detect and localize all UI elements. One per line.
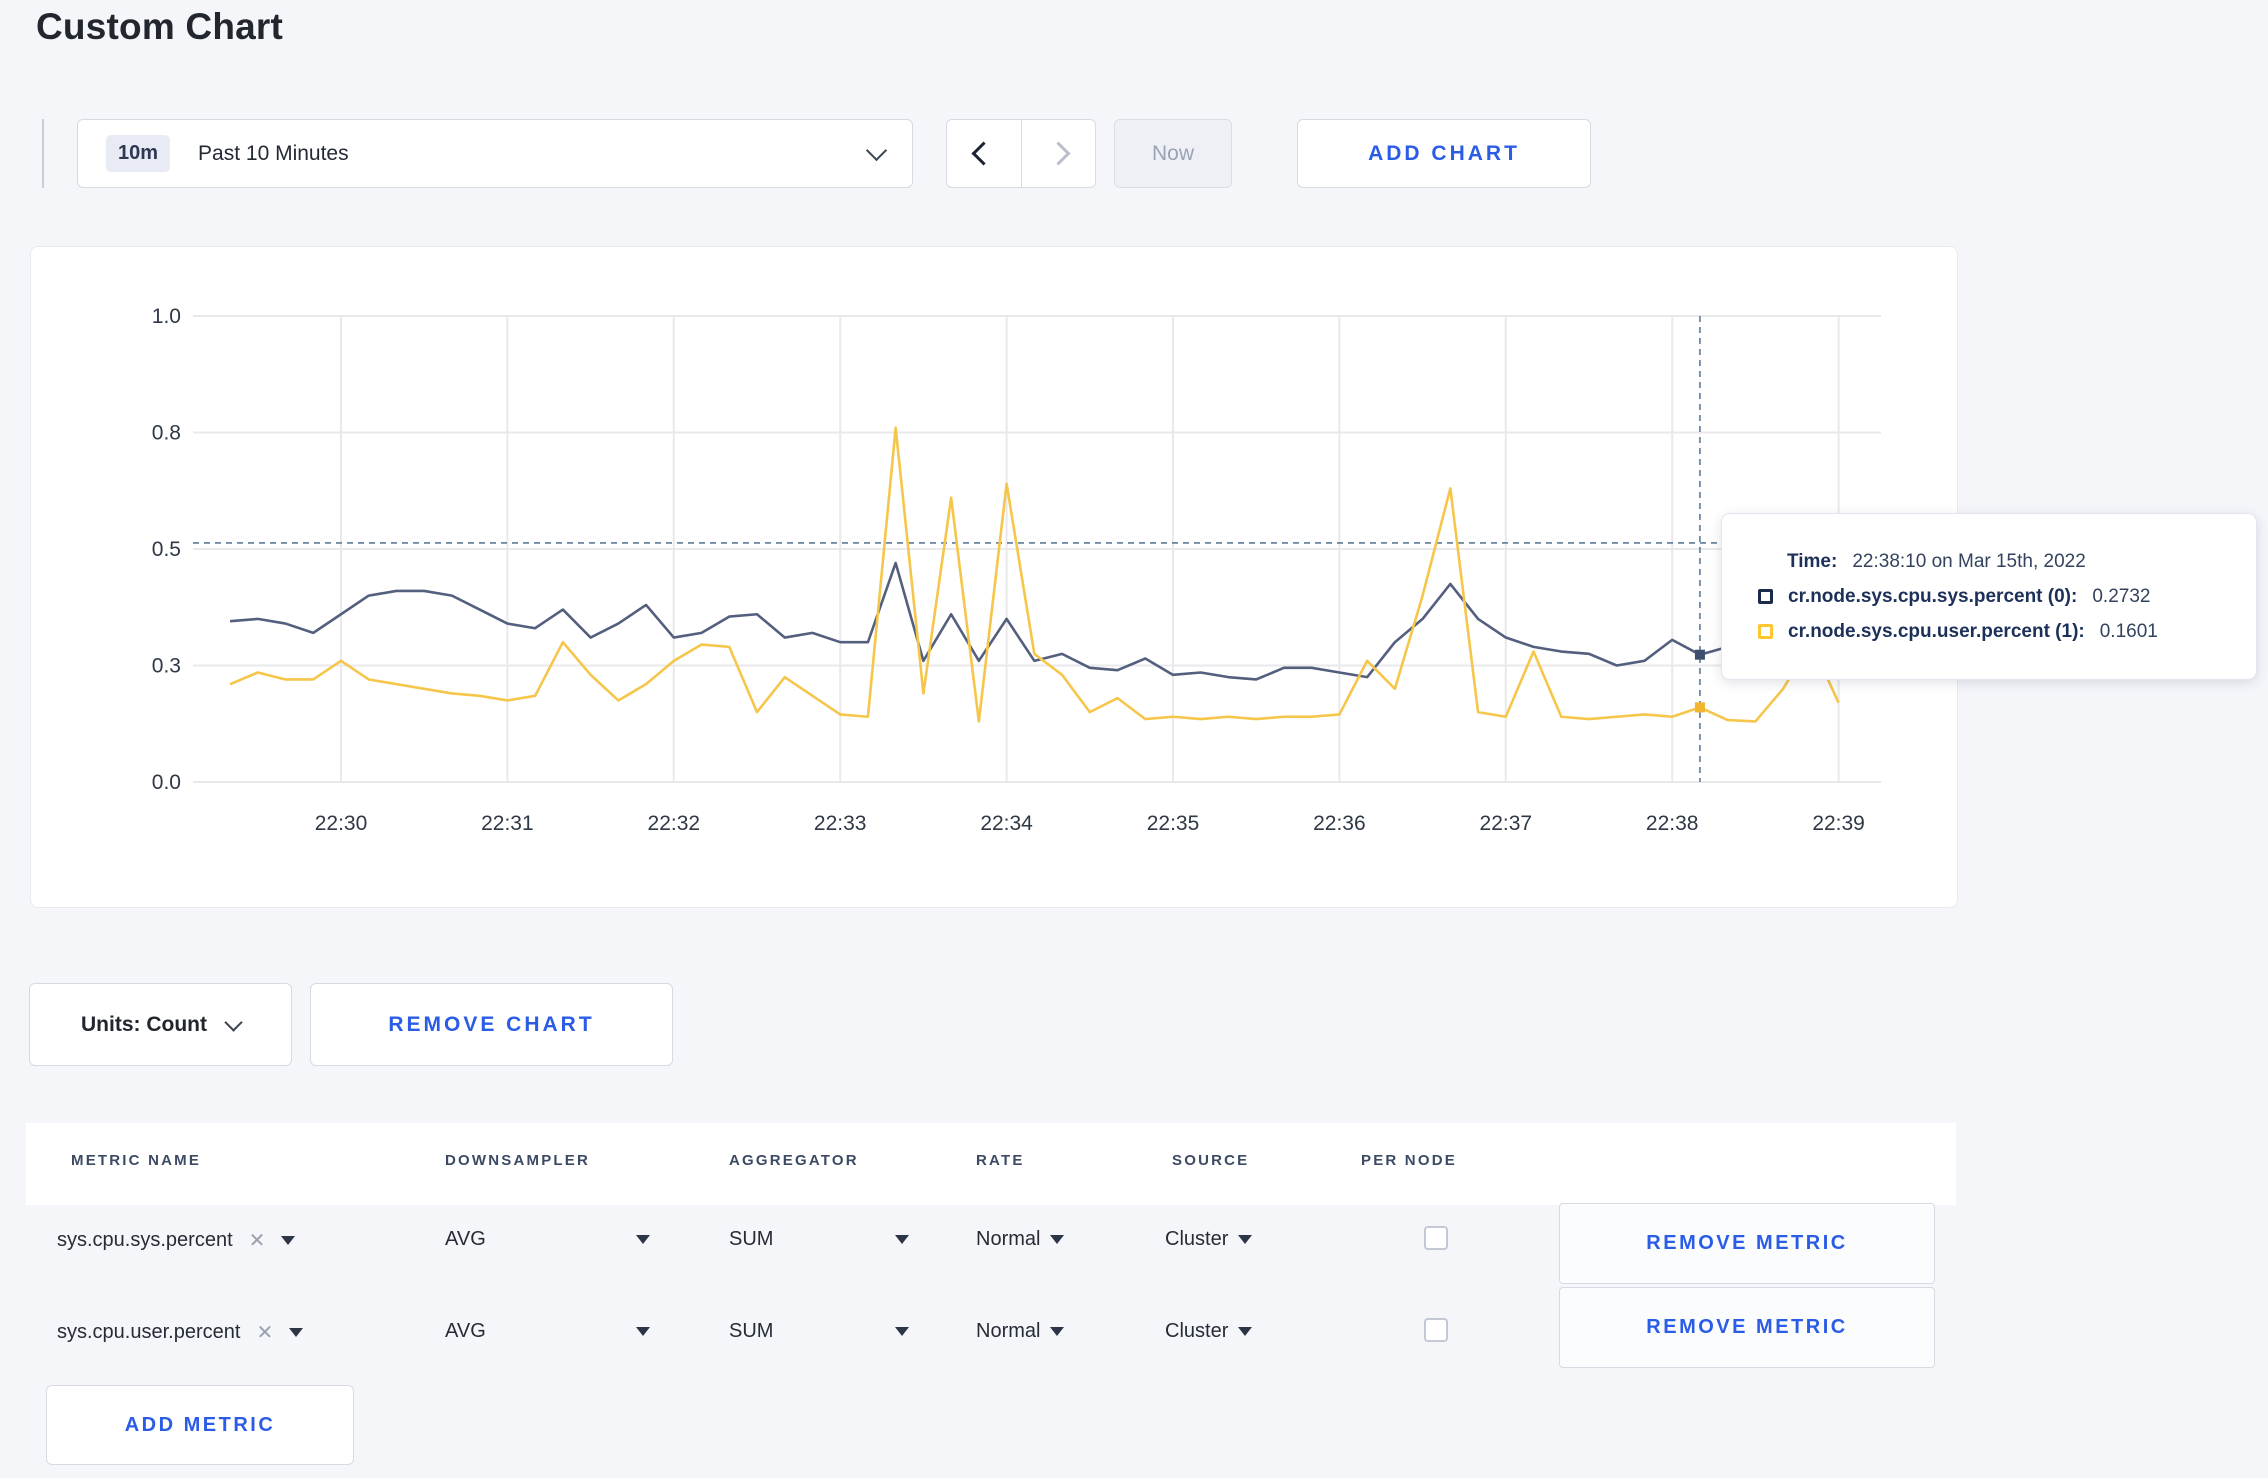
caret-down-icon [1050,1327,1065,1336]
col-header-metric-name: METRIC NAME [71,1152,202,1169]
col-header-aggregator: AGGREGATOR [729,1152,859,1169]
clear-metric-icon[interactable]: ✕ [249,1228,266,1253]
downsampler-select[interactable]: AVG [445,1228,650,1251]
tooltip-time-value: 22:38:10 on Mar 15th, 2022 [1852,550,2086,572]
toolbar-divider [42,119,44,188]
col-header-per-node: PER NODE [1361,1152,1457,1169]
per-node-checkbox[interactable] [1424,1226,1448,1250]
custom-chart-page: Custom Chart 10m Past 10 Minutes Now ADD… [0,0,2268,1478]
svg-text:22:36: 22:36 [1313,812,1366,835]
sys-series-swatch-icon [1758,589,1773,604]
chevron-right-icon [1046,141,1071,166]
remove-metric-button[interactable]: REMOVE METRIC [1559,1287,1935,1368]
svg-text:22:37: 22:37 [1480,812,1533,835]
time-pager [946,119,1096,188]
tooltip-time-label: Time: [1787,550,1838,572]
metric-name-select[interactable]: sys.cpu.sys.percent ✕ [57,1228,296,1253]
caret-down-icon [895,1235,909,1244]
chevron-down-icon [224,1012,243,1032]
clear-metric-icon[interactable]: ✕ [256,1320,273,1345]
tooltip-time-row: Time: 22:38:10 on Mar 15th, 2022 [1787,551,2236,573]
source-select[interactable]: Cluster [1165,1320,1253,1343]
add-metric-button[interactable]: ADD METRIC [46,1385,354,1465]
caret-down-icon [1238,1235,1253,1244]
svg-text:22:34: 22:34 [980,812,1033,835]
time-range-dropdown[interactable]: 10m Past 10 Minutes [77,119,913,188]
aggregator-select[interactable]: SUM [729,1228,909,1251]
metric-name-select[interactable]: sys.cpu.user.percent ✕ [57,1320,304,1345]
col-header-rate: RATE [976,1152,1025,1169]
caret-down-icon [1238,1327,1253,1336]
timeseries-chart[interactable]: 1.0 0.8 0.5 0.3 0.0 22:30 22:31 22:32 22:33 22:34… [31,247,1957,907]
svg-text:22:30: 22:30 [315,812,368,835]
rate-select[interactable]: Normal [976,1320,1065,1343]
time-range-badge: 10m [106,135,171,172]
tooltip-series-row: cr.node.sys.cpu.sys.percent (0): 0.2732 [1758,586,2236,608]
remove-metric-button[interactable]: REMOVE METRIC [1559,1203,1935,1284]
time-range-label: Past 10 Minutes [198,141,349,165]
chevron-down-icon [865,139,888,162]
tooltip-series-label: cr.node.sys.cpu.sys.percent (0): [1788,585,2078,607]
next-time-button[interactable] [1022,120,1096,187]
caret-down-icon [636,1235,650,1244]
add-chart-button[interactable]: ADD CHART [1297,119,1591,188]
svg-text:22:39: 22:39 [1812,812,1865,835]
svg-text:0.3: 0.3 [152,655,181,678]
user-series-swatch-icon [1758,624,1773,639]
caret-down-icon [636,1327,650,1336]
col-header-downsampler: DOWNSAMPLER [445,1152,591,1169]
tooltip-series-value: 0.2732 [2092,585,2151,607]
prev-time-button[interactable] [947,120,1021,187]
chart-card: 1.0 0.8 0.5 0.3 0.0 22:30 22:31 22:32 22:33 22:34… [30,246,1958,908]
page-title: Custom Chart [36,6,284,47]
svg-text:22:38: 22:38 [1646,812,1699,835]
caret-down-icon [895,1327,909,1336]
svg-text:0.8: 0.8 [152,422,181,445]
now-button[interactable]: Now [1114,119,1232,188]
tooltip-series-value: 0.1601 [2099,620,2158,642]
caret-down-icon [281,1236,296,1245]
chart-tooltip: Time: 22:38:10 on Mar 15th, 2022 cr.node… [1721,513,2257,680]
svg-text:1.0: 1.0 [152,305,181,328]
caret-down-icon [1050,1235,1065,1244]
col-header-source: SOURCE [1172,1152,1250,1169]
svg-text:22:32: 22:32 [648,812,701,835]
svg-text:0.0: 0.0 [152,771,181,794]
rate-select[interactable]: Normal [976,1228,1065,1251]
downsampler-select[interactable]: AVG [445,1320,650,1343]
units-dropdown[interactable]: Units: Count [29,983,292,1066]
tooltip-series-label: cr.node.sys.cpu.user.percent (1): [1788,620,2085,642]
per-node-checkbox[interactable] [1424,1318,1448,1342]
svg-text:22:35: 22:35 [1147,812,1200,835]
tooltip-series-row: cr.node.sys.cpu.user.percent (1): 0.1601 [1758,621,2236,643]
aggregator-select[interactable]: SUM [729,1320,909,1343]
svg-text:22:33: 22:33 [814,812,867,835]
caret-down-icon [289,1328,304,1337]
remove-chart-button[interactable]: REMOVE CHART [310,983,673,1066]
chevron-left-icon [971,141,996,166]
svg-text:0.5: 0.5 [152,538,181,561]
svg-text:22:31: 22:31 [481,812,534,835]
source-select[interactable]: Cluster [1165,1228,1253,1251]
